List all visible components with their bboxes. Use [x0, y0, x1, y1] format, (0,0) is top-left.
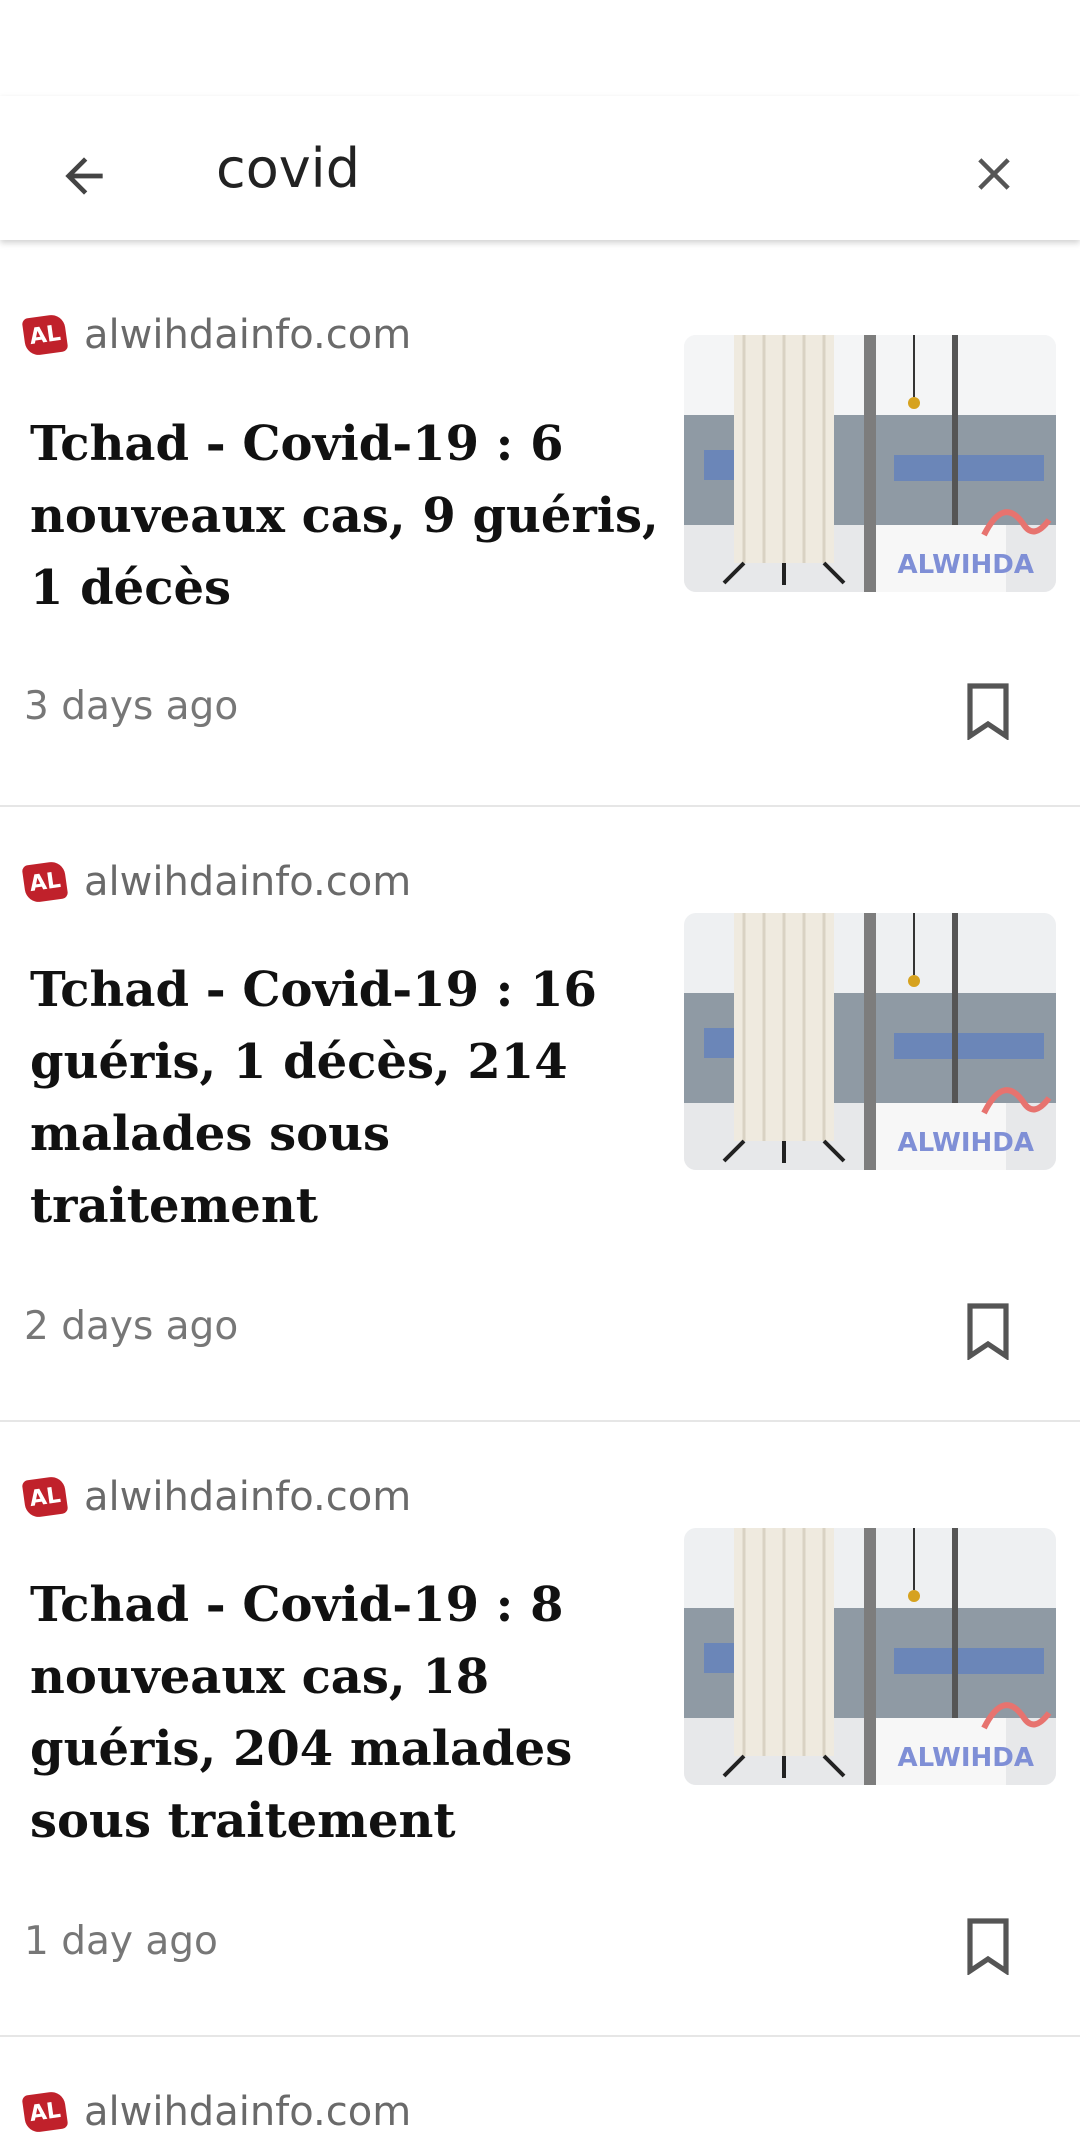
- article-title[interactable]: Tchad - Covid-19 : 16 guéris, 1 décès, 2…: [30, 954, 660, 1242]
- image-watermark: ALWIHDA: [898, 550, 1035, 580]
- article-card[interactable]: AL alwihdainfo.com Tchad - Covid-19 : 8 …: [0, 1422, 1080, 2037]
- article-card[interactable]: AL alwihdainfo.com Tchad - Covid-19 : 6 …: [0, 240, 1080, 807]
- bookmark-button[interactable]: [958, 676, 1018, 746]
- article-time: 3 days ago: [24, 684, 239, 729]
- source-name: alwihdainfo.com: [84, 2089, 412, 2135]
- source-logo: AL: [21, 313, 69, 357]
- back-button[interactable]: [42, 134, 126, 218]
- article-card[interactable]: AL alwihdainfo.com: [0, 2037, 1080, 2137]
- source-name: alwihdainfo.com: [84, 859, 412, 905]
- article-source: AL alwihdainfo.com: [21, 1474, 412, 1520]
- close-icon: [978, 158, 1010, 190]
- image-watermark: ALWIHDA: [898, 1743, 1035, 1773]
- bookmark-icon: [967, 1303, 1009, 1360]
- image-watermark: ALWIHDA: [898, 1128, 1035, 1158]
- bookmark-icon: [967, 1918, 1009, 1975]
- article-title[interactable]: Tchad - Covid-19 : 6 nouveaux cas, 9 gué…: [30, 408, 660, 624]
- article-source: AL alwihdainfo.com: [21, 859, 412, 905]
- source-name: alwihdainfo.com: [84, 1474, 412, 1520]
- article-thumbnail[interactable]: ALWIHDA: [684, 335, 1056, 592]
- source-logo: AL: [21, 1475, 69, 1519]
- search-bar: [0, 96, 1080, 240]
- article-title[interactable]: Tchad - Covid-19 : 8 nouveaux cas, 18 gu…: [30, 1569, 660, 1857]
- article-thumbnail[interactable]: ALWIHDA: [684, 913, 1056, 1170]
- source-logo: AL: [21, 2090, 69, 2134]
- source-logo: AL: [21, 860, 69, 904]
- bookmark-icon: [967, 683, 1009, 740]
- clear-search-button[interactable]: [952, 132, 1036, 216]
- status-bar-area: [0, 0, 1080, 96]
- bookmark-button[interactable]: [958, 1911, 1018, 1981]
- arrow-left-icon: [65, 157, 103, 195]
- source-name: alwihdainfo.com: [84, 312, 412, 358]
- hospital-room-image: ALWIHDA: [684, 335, 1056, 592]
- search-results-list: AL alwihdainfo.com Tchad - Covid-19 : 6 …: [0, 240, 1080, 2137]
- article-source: AL alwihdainfo.com: [21, 312, 412, 358]
- article-thumbnail[interactable]: ALWIHDA: [684, 1528, 1056, 1785]
- bookmark-button[interactable]: [958, 1296, 1018, 1366]
- article-time: 1 day ago: [24, 1919, 218, 1964]
- article-card[interactable]: AL alwihdainfo.com Tchad - Covid-19 : 16…: [0, 807, 1080, 1422]
- search-input[interactable]: [216, 128, 936, 208]
- hospital-room-image: ALWIHDA: [684, 1528, 1056, 1785]
- hospital-room-image: ALWIHDA: [684, 913, 1056, 1170]
- article-time: 2 days ago: [24, 1304, 239, 1349]
- article-source: AL alwihdainfo.com: [21, 2089, 412, 2135]
